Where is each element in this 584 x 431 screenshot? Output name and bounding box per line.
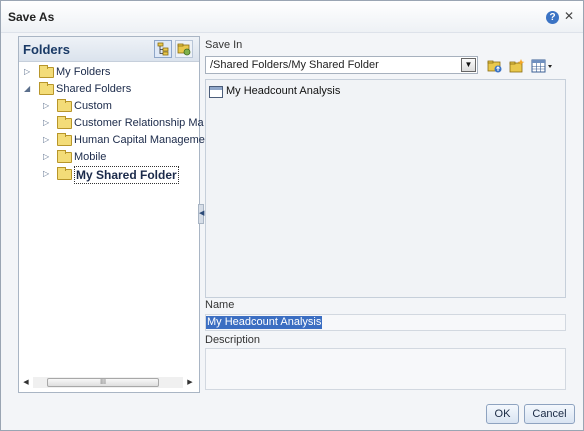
folder-icon	[57, 116, 72, 129]
ok-button[interactable]: OK	[486, 404, 519, 424]
save-as-dialog: Save As ? ✕ Folders ▷ My Folders ◢ Share…	[0, 0, 584, 431]
save-in-label: Save In	[205, 39, 243, 51]
collapse-arrow-icon[interactable]: ◢	[24, 81, 32, 97]
new-folder-icon[interactable]	[509, 58, 525, 74]
folder-contents-list: My Headcount Analysis	[205, 79, 566, 298]
tree-label: My Folders	[56, 66, 111, 78]
save-in-select[interactable]: /Shared Folders/My Shared Folder ▼	[205, 56, 478, 74]
name-label: Name	[205, 299, 235, 311]
folder-view-icon[interactable]	[175, 40, 193, 58]
tree-label: Customer Relationship Ma	[74, 117, 204, 129]
description-label: Description	[205, 334, 261, 346]
folder-icon	[57, 150, 72, 163]
close-icon[interactable]: ✕	[564, 9, 574, 23]
expand-arrow-icon[interactable]: ▷	[43, 115, 51, 131]
tree-view-icon[interactable]	[154, 40, 172, 58]
list-item-label: My Headcount Analysis	[226, 85, 341, 97]
dialog-titlebar: Save As ? ✕	[1, 1, 583, 33]
folder-icon	[57, 167, 72, 180]
folder-icon	[57, 99, 72, 112]
name-field-value: My Headcount Analysis	[206, 316, 323, 329]
tree-label: Human Capital Manageme	[74, 134, 205, 146]
save-in-path: /Shared Folders/My Shared Folder	[210, 59, 379, 71]
expand-arrow-icon[interactable]: ▷	[43, 166, 51, 182]
scroll-left-icon[interactable]: ◀	[21, 377, 31, 388]
folder-icon	[57, 133, 72, 146]
tree-label: Shared Folders	[56, 83, 132, 95]
scrollbar-track[interactable]: III	[33, 377, 183, 388]
open-folder-icon	[39, 82, 54, 95]
description-field[interactable]	[205, 348, 566, 390]
folders-header: Folders	[19, 37, 199, 62]
expand-arrow-icon[interactable]: ▷	[43, 149, 51, 165]
chevron-down-icon[interactable]: ▼	[461, 58, 476, 72]
cancel-button[interactable]: Cancel	[524, 404, 575, 424]
folder-up-icon[interactable]	[487, 58, 503, 74]
expand-arrow-icon[interactable]: ▷	[43, 132, 51, 148]
analysis-icon	[209, 86, 223, 98]
folders-panel: Folders ▷ My Folders ◢ Shared Folders ▷ …	[18, 36, 205, 393]
expand-arrow-icon[interactable]: ▷	[24, 64, 32, 80]
dialog-title: Save As	[8, 10, 55, 24]
help-icon[interactable]: ?	[546, 11, 559, 24]
expand-arrow-icon[interactable]: ▷	[43, 98, 51, 114]
view-options-icon[interactable]	[531, 58, 555, 74]
collapse-panel-icon[interactable]: ◀	[198, 204, 204, 224]
scrollbar-thumb[interactable]: III	[47, 378, 159, 387]
tree-label-selected: My Shared Folder	[74, 166, 179, 184]
tree-label: Custom	[74, 100, 112, 112]
horizontal-scrollbar[interactable]: ◀ III ▶	[21, 377, 196, 389]
tree-label: Mobile	[74, 151, 107, 163]
folders-title: Folders	[23, 42, 70, 57]
name-field[interactable]: My Headcount Analysis	[205, 314, 566, 331]
scroll-right-icon[interactable]: ▶	[185, 377, 195, 388]
folder-icon	[39, 65, 54, 78]
